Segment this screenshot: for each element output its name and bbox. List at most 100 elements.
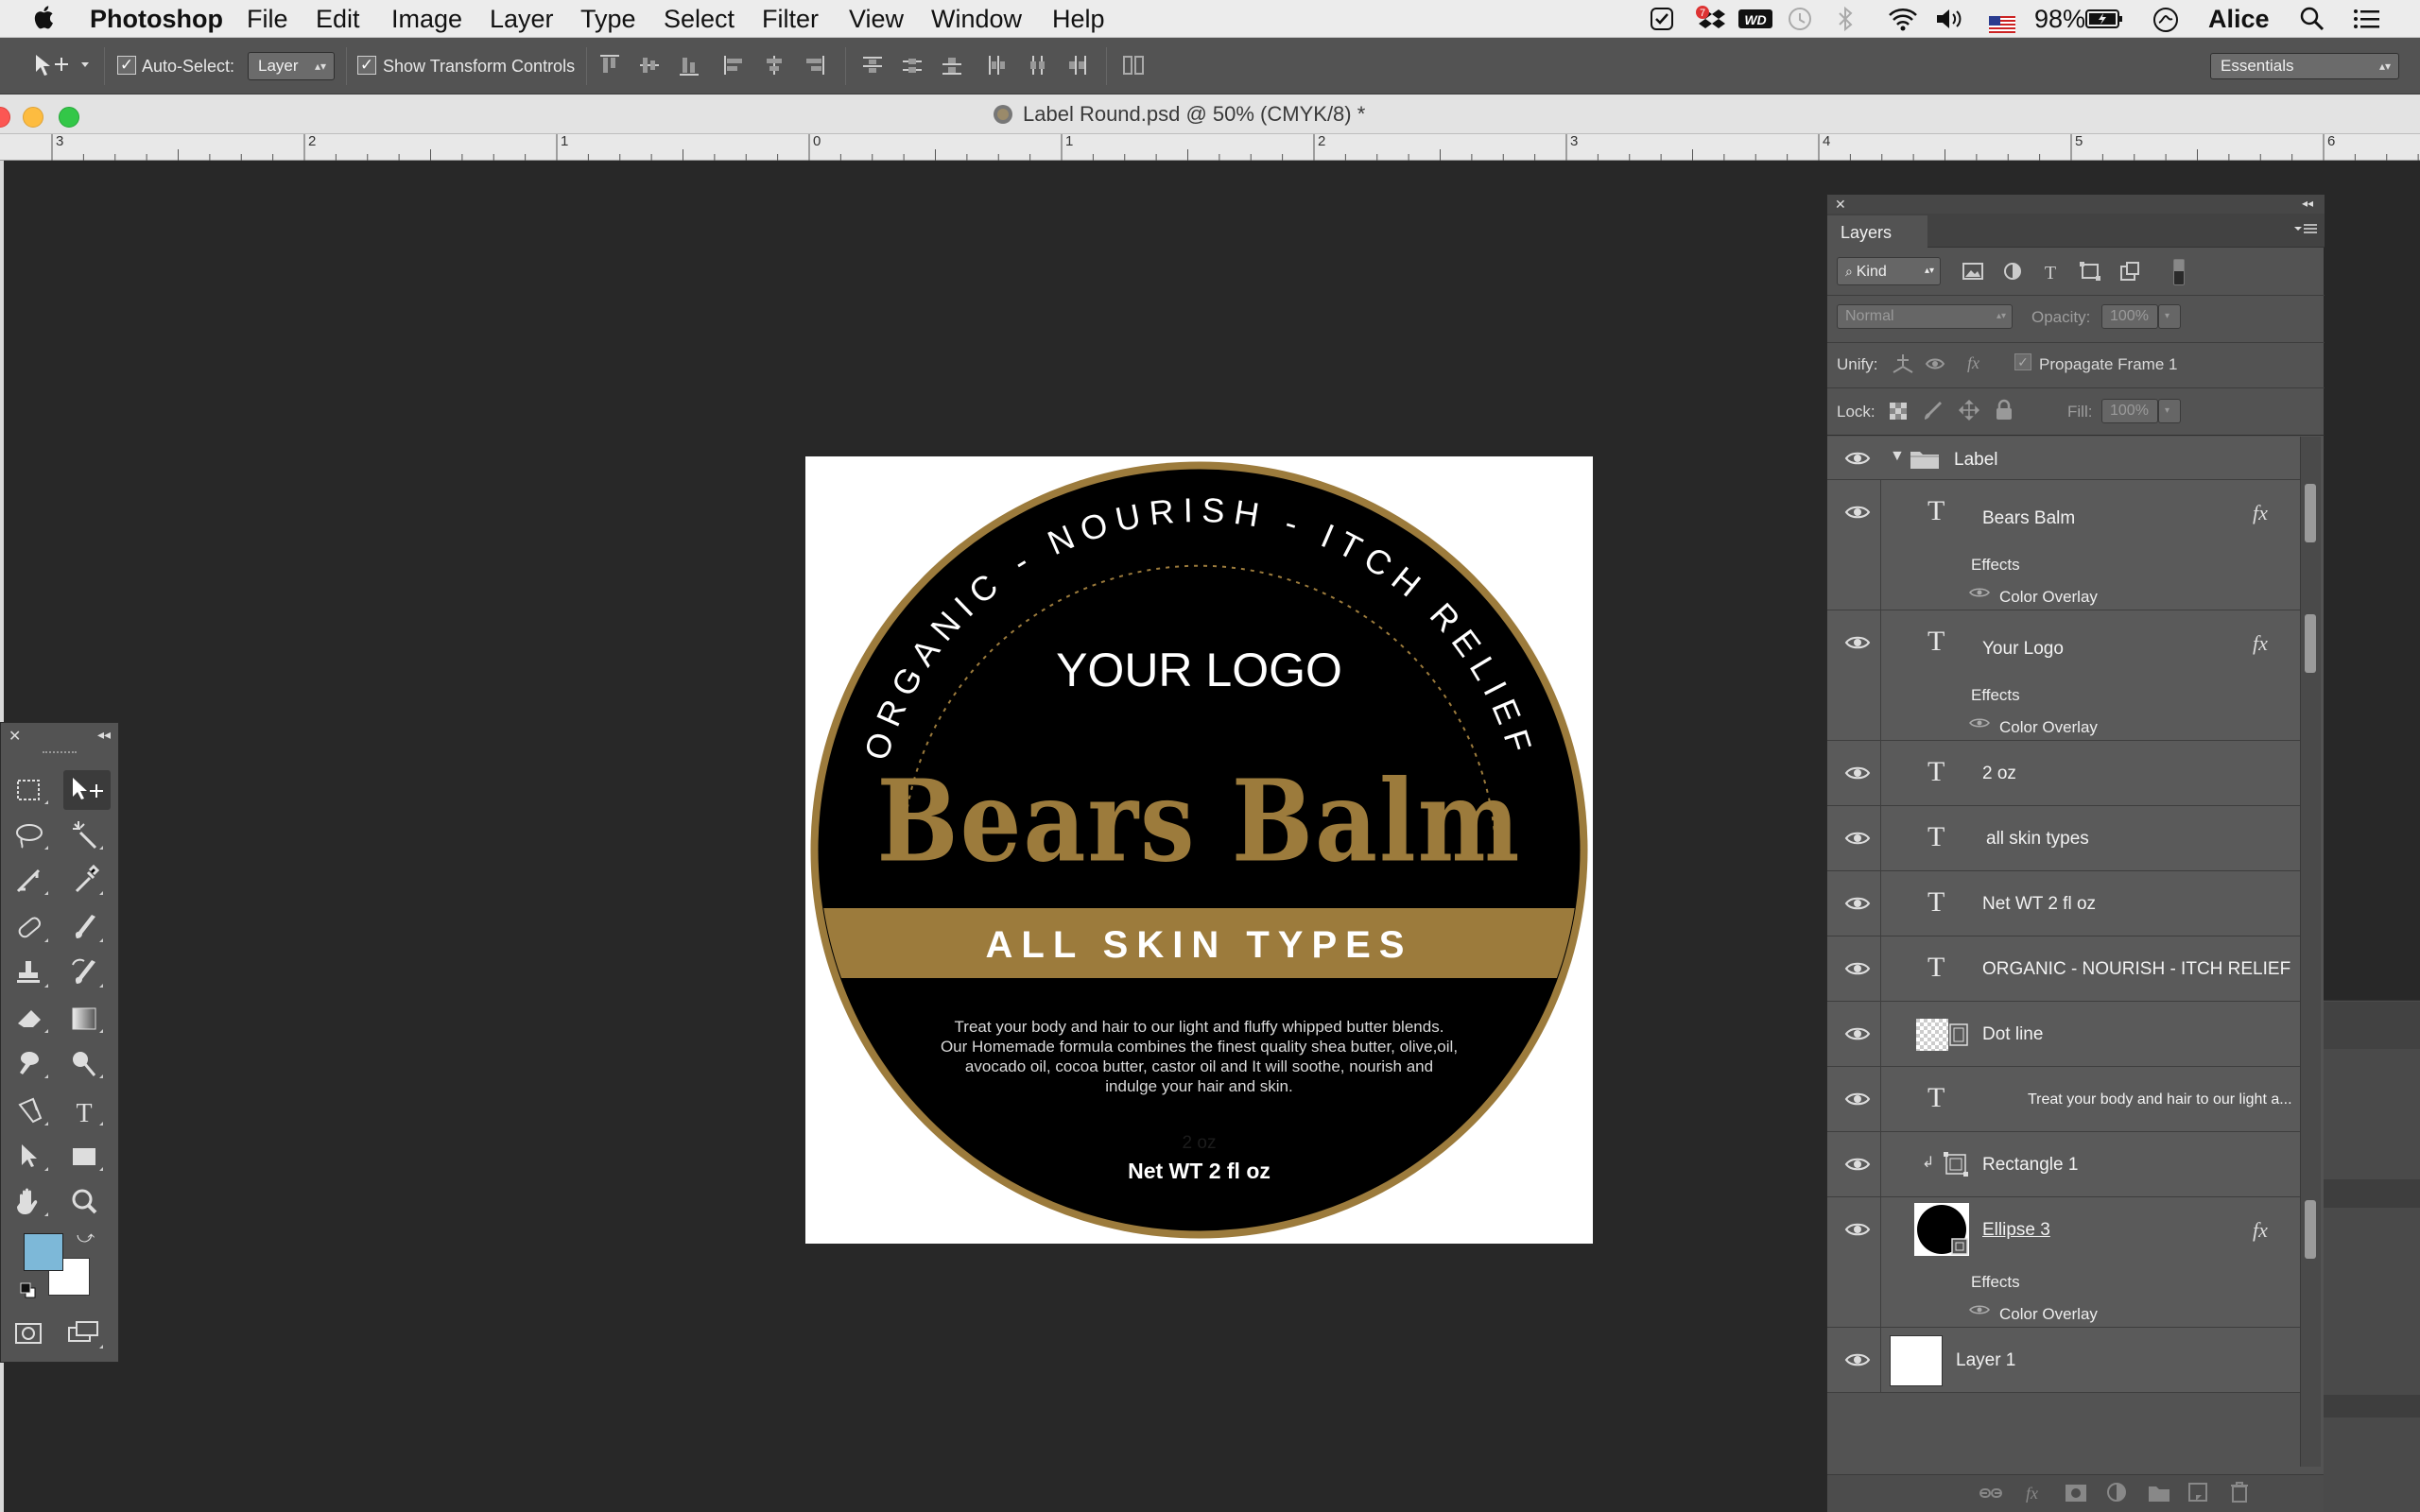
- menu-edit[interactable]: Edit: [316, 4, 360, 34]
- move-tool[interactable]: [63, 770, 111, 810]
- effect-eye-icon[interactable]: [1969, 1303, 1990, 1316]
- spotlight-icon[interactable]: [2299, 6, 2325, 39]
- menu-view[interactable]: View: [849, 4, 904, 34]
- layer-row[interactable]: T ORGANIC - NOURISH - ITCH RELIEF: [1827, 936, 2300, 1002]
- lasso-tool[interactable]: [9, 816, 56, 855]
- eyedropper-tool[interactable]: [63, 861, 111, 901]
- minimize-window-button[interactable]: [23, 107, 43, 128]
- wifi-icon[interactable]: [1887, 6, 1919, 39]
- scrollbar-thumb[interactable]: [2305, 614, 2316, 673]
- menu-window[interactable]: Window: [931, 4, 1022, 34]
- magic-wand-tool[interactable]: [63, 816, 111, 855]
- effect-eye-icon[interactable]: [1969, 716, 1990, 730]
- user-name[interactable]: Alice: [2208, 4, 2270, 34]
- unify-position-icon[interactable]: [1890, 352, 1916, 376]
- eraser-tool[interactable]: [9, 999, 56, 1039]
- panel-grip[interactable]: [43, 751, 77, 756]
- visibility-eye-icon[interactable]: [1844, 1155, 1873, 1174]
- volume-icon[interactable]: [1934, 6, 1964, 39]
- distribute-right-icon[interactable]: [1064, 53, 1089, 77]
- align-vcenter-icon[interactable]: [637, 53, 662, 77]
- scrollbar-thumb[interactable]: [2305, 484, 2316, 542]
- fill-slider-button[interactable]: ▾: [2158, 399, 2181, 423]
- gradient-tool[interactable]: [63, 999, 111, 1039]
- distribute-hcenter-icon[interactable]: [1025, 53, 1049, 77]
- show-transform-checkbox[interactable]: ✓: [357, 56, 376, 75]
- screen-mode-icon[interactable]: [63, 1314, 111, 1354]
- brush-tool[interactable]: [63, 908, 111, 948]
- align-right-icon[interactable]: [802, 53, 826, 77]
- visibility-eye-icon[interactable]: [1844, 1350, 1873, 1369]
- filter-type-icon[interactable]: T: [2039, 261, 2062, 282]
- notification-center-icon[interactable]: [2352, 7, 2382, 38]
- filter-kind-dropdown[interactable]: ⌕ Kind ▴▾: [1837, 257, 1941, 285]
- layer-row[interactable]: T all skin types: [1827, 806, 2300, 871]
- visibility-eye-icon[interactable]: [1844, 894, 1873, 913]
- healing-brush-tool[interactable]: [9, 908, 56, 948]
- group-expand-icon[interactable]: ▼: [1890, 448, 1905, 465]
- pen-tool[interactable]: [9, 1091, 56, 1131]
- smudge-tool[interactable]: [9, 1044, 56, 1084]
- panel-menu-icon[interactable]: [2294, 223, 2317, 241]
- layer-row[interactable]: ↲ Rectangle 1: [1827, 1132, 2300, 1197]
- filter-toggle-switch[interactable]: [2173, 259, 2185, 285]
- opacity-slider-button[interactable]: ▾: [2158, 304, 2181, 329]
- quick-mask-icon[interactable]: [9, 1314, 56, 1354]
- move-tool-preset-icon[interactable]: [32, 51, 91, 84]
- visibility-eye-icon[interactable]: [1844, 633, 1873, 652]
- opacity-field[interactable]: 100%: [2101, 304, 2158, 329]
- layer-group-label[interactable]: ▼ Label: [1827, 437, 2300, 480]
- zoom-window-button[interactable]: [59, 107, 79, 128]
- layer-row[interactable]: Layer 1: [1827, 1328, 2300, 1393]
- swap-colors-icon[interactable]: ⤻: [77, 1228, 95, 1247]
- visibility-eye-icon[interactable]: [1844, 764, 1873, 782]
- unify-style-icon[interactable]: fx: [1958, 352, 1986, 376]
- apple-icon[interactable]: [32, 4, 55, 37]
- scrollbar-thumb[interactable]: [2305, 1200, 2316, 1259]
- layer-row[interactable]: T Your Logo fx Effects Color Overlay: [1827, 610, 2300, 741]
- rectangle-tool[interactable]: [63, 1137, 111, 1177]
- menu-image[interactable]: Image: [391, 4, 462, 34]
- visibility-eye-icon[interactable]: [1844, 1090, 1873, 1108]
- battery-icon[interactable]: [2085, 8, 2123, 37]
- layer-row[interactable]: Ellipse 3 fx Effects Color Overlay: [1827, 1197, 2300, 1328]
- dodge-tool[interactable]: [63, 1044, 111, 1084]
- color-overlay-label[interactable]: Color Overlay: [1999, 718, 2098, 737]
- layer-row[interactable]: T 2 oz: [1827, 741, 2300, 806]
- visibility-eye-icon[interactable]: [1844, 1220, 1873, 1239]
- auto-select-checkbox[interactable]: ✓: [117, 56, 136, 75]
- delete-layer-icon[interactable]: [2228, 1481, 2253, 1503]
- clone-stamp-tool[interactable]: [9, 954, 56, 993]
- time-machine-icon[interactable]: [1787, 6, 1813, 39]
- dropbox-notify-icon[interactable]: 7: [1694, 5, 1726, 40]
- add-mask-icon[interactable]: [2064, 1483, 2088, 1503]
- app-menu[interactable]: Photoshop: [90, 4, 223, 34]
- tab-layers[interactable]: Layers: [1827, 215, 1927, 248]
- filter-smart-object-icon[interactable]: [2118, 261, 2141, 282]
- collapse-panel-icon[interactable]: ◂◂: [2302, 197, 2313, 210]
- lock-transparent-icon[interactable]: [1888, 401, 1909, 421]
- align-bottom-icon[interactable]: [677, 53, 701, 77]
- history-brush-tool[interactable]: [63, 954, 111, 993]
- layer-row[interactable]: T Net WT 2 fl oz: [1827, 871, 2300, 936]
- close-panel-icon[interactable]: ✕: [9, 727, 21, 746]
- lock-position-icon[interactable]: [1958, 399, 1980, 421]
- filter-shape-icon[interactable]: [2079, 261, 2101, 282]
- visibility-eye-icon[interactable]: [1844, 1024, 1873, 1043]
- distribute-top-icon[interactable]: [860, 53, 885, 77]
- align-left-icon[interactable]: [722, 53, 747, 77]
- auto-select-dropdown[interactable]: Layer ▴▾: [248, 52, 335, 80]
- close-panel-icon[interactable]: ✕: [1835, 197, 1846, 213]
- align-top-icon[interactable]: [597, 53, 622, 77]
- menu-layer[interactable]: Layer: [490, 4, 554, 34]
- bluetooth-icon[interactable]: [1836, 6, 1855, 39]
- blend-mode-dropdown[interactable]: Normal ▴▾: [1837, 304, 2013, 329]
- distribute-vcenter-icon[interactable]: [900, 53, 925, 77]
- document-canvas[interactable]: ORGANIC - NOURISH - ITCH RELIEF YOUR LOG…: [805, 456, 1593, 1244]
- filter-pixel-icon[interactable]: [1962, 261, 1984, 282]
- color-overlay-label[interactable]: Color Overlay: [1999, 1305, 2098, 1324]
- unify-visibility-icon[interactable]: [1924, 352, 1950, 376]
- hand-tool[interactable]: [9, 1182, 56, 1222]
- zoom-tool[interactable]: [63, 1182, 111, 1222]
- layers-list[interactable]: ▼ Label T Bears Balm fx Effects Color Ov…: [1827, 437, 2300, 1467]
